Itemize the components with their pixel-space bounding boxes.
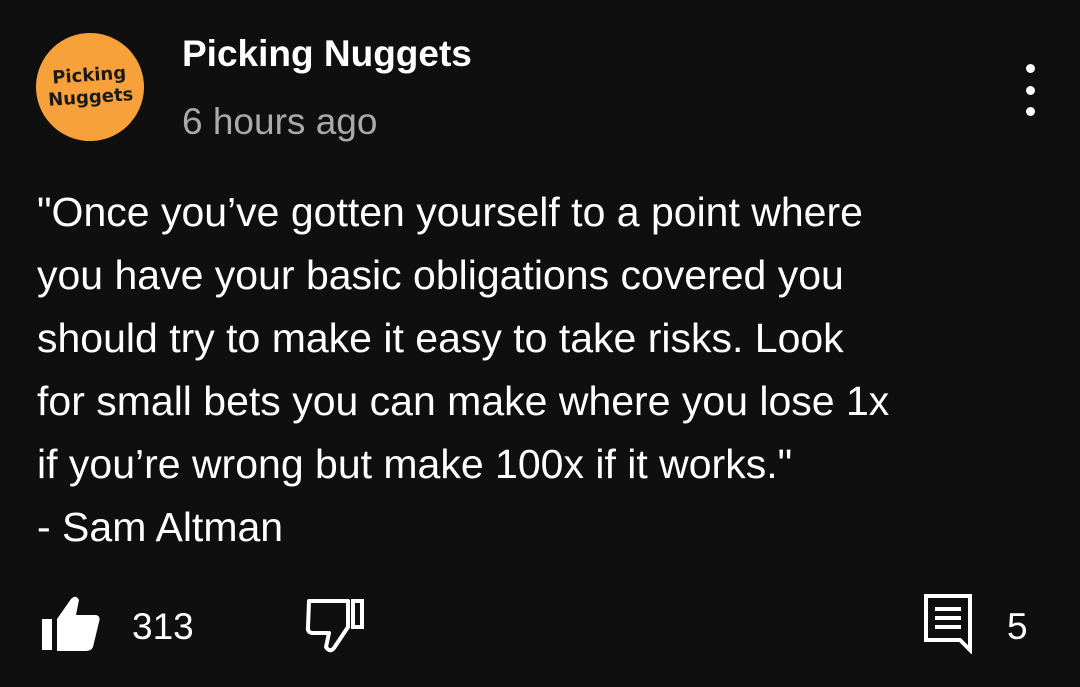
- menu-dot: [1025, 64, 1035, 73]
- reply-count[interactable]: 5: [1007, 606, 1028, 648]
- comment-line: "Once you’ve gotten yourself to a point …: [37, 189, 863, 235]
- thumb-up-icon[interactable]: [40, 595, 102, 658]
- comment-icon[interactable]: [922, 592, 976, 659]
- avatar-text-line2: Nuggets: [47, 84, 134, 111]
- like-count: 313: [132, 606, 194, 647]
- comment-line: if you’re wrong but make 100x if it work…: [37, 441, 793, 487]
- author-name[interactable]: Picking Nuggets: [182, 33, 472, 75]
- comment-text: "Once you’ve gotten yourself to a point …: [37, 181, 1057, 559]
- menu-dot: [1025, 85, 1035, 95]
- comment-line: - Sam Altman: [37, 504, 284, 550]
- comment-line: you have your basic obligations covered …: [37, 252, 844, 298]
- comment-line: should try to make it easy to take risks…: [37, 315, 844, 361]
- comment-line: for small bets you can make where you lo…: [37, 378, 890, 424]
- avatar[interactable]: Picking Nuggets: [32, 29, 148, 145]
- timestamp: 6 hours ago: [182, 101, 378, 142]
- thumb-down-icon[interactable]: [304, 597, 368, 658]
- more-vert-icon[interactable]: [1010, 60, 1050, 120]
- menu-dot: [1025, 107, 1035, 116]
